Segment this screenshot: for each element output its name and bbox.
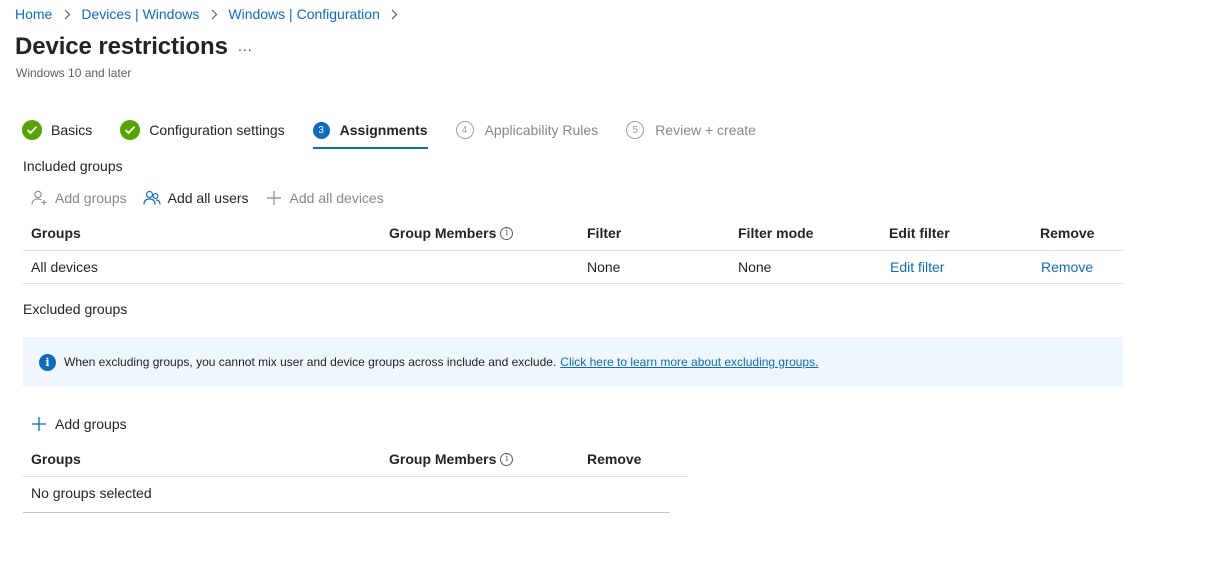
empty-state-text: No groups selected xyxy=(31,485,152,501)
column-remove: Remove xyxy=(579,442,688,477)
banner-text: When excluding groups, you cannot mix us… xyxy=(64,355,557,369)
column-group-members-label: Group Members xyxy=(389,451,497,467)
included-command-bar: Add groups Add all users Add all devices xyxy=(30,189,384,207)
step-label: Review + create xyxy=(655,122,756,138)
column-filter-mode: Filter mode xyxy=(730,216,881,251)
remove-link[interactable]: Remove xyxy=(1041,259,1093,275)
add-person-icon xyxy=(30,189,48,207)
info-icon[interactable]: i xyxy=(500,226,514,240)
filter-cell: None xyxy=(579,250,730,284)
table-header-row: Groups Group Members i Remove xyxy=(23,442,688,477)
add-all-users-label: Add all users xyxy=(167,190,249,206)
step-label: Basics xyxy=(51,122,93,138)
column-group-members: Group Members i xyxy=(381,442,579,477)
people-icon xyxy=(143,189,161,207)
divider xyxy=(23,512,670,513)
chevron-right-icon xyxy=(208,8,220,20)
table-row: No groups selected xyxy=(23,477,688,510)
group-name-cell: All devices xyxy=(23,250,381,284)
excluded-groups-heading: Excluded groups xyxy=(23,301,128,317)
column-groups: Groups xyxy=(23,442,381,477)
page-subtitle: Windows 10 and later xyxy=(16,66,132,80)
breadcrumb: Home Devices | Windows Windows | Configu… xyxy=(15,6,409,22)
breadcrumb-home[interactable]: Home xyxy=(15,6,52,22)
group-members-cell xyxy=(381,250,579,284)
add-all-devices-label: Add all devices xyxy=(289,190,384,206)
breadcrumb-devices-windows[interactable]: Devices | Windows xyxy=(81,6,199,22)
plus-icon xyxy=(30,415,48,433)
included-groups-heading: Included groups xyxy=(23,158,123,174)
step-configuration-settings[interactable]: Configuration settings xyxy=(120,118,285,142)
remove-cell: Remove xyxy=(1032,250,1123,284)
column-remove: Remove xyxy=(1032,216,1123,251)
wizard-steps: Basics Configuration settings 3 Assignme… xyxy=(22,116,784,149)
add-all-users-button[interactable]: Add all users xyxy=(143,189,249,207)
step-label: Assignments xyxy=(339,122,428,138)
column-group-members-label: Group Members xyxy=(389,225,497,241)
page-title: Device restrictions xyxy=(15,33,228,60)
info-banner: i When excluding groups, you cannot mix … xyxy=(23,337,1123,387)
step-number: 3 xyxy=(312,121,330,139)
add-groups-button[interactable]: Add groups xyxy=(30,189,127,207)
step-number: 4 xyxy=(455,121,474,139)
column-filter: Filter xyxy=(579,216,730,251)
step-basics[interactable]: Basics xyxy=(22,118,92,142)
included-groups-table: Groups Group Members i Filter Filter mode… xyxy=(23,216,1123,284)
column-edit-filter: Edit filter xyxy=(881,216,1032,251)
checkmark-icon xyxy=(22,120,42,140)
table-row: All devices None None Edit filter Remove xyxy=(23,250,1123,284)
info-icon: i xyxy=(39,353,56,371)
add-groups-label: Add groups xyxy=(55,190,127,206)
step-assignments[interactable]: 3 Assignments xyxy=(312,118,428,149)
step-number: 5 xyxy=(626,121,645,139)
column-group-members: Group Members i xyxy=(381,216,579,251)
excluded-groups-table: Groups Group Members i Remove No groups s… xyxy=(23,442,688,509)
step-review-create[interactable]: 5 Review + create xyxy=(626,118,756,142)
filter-mode-cell: None xyxy=(730,250,881,284)
breadcrumb-windows-configuration[interactable]: Windows | Configuration xyxy=(228,6,379,22)
step-applicability-rules[interactable]: 4 Applicability Rules xyxy=(455,118,599,142)
excluded-add-groups-button[interactable]: Add groups xyxy=(30,415,127,433)
step-label: Applicability Rules xyxy=(484,122,599,138)
table-header-row: Groups Group Members i Filter Filter mode… xyxy=(23,216,1123,251)
checkmark-icon xyxy=(120,120,141,140)
step-label: Configuration settings xyxy=(149,122,285,138)
add-all-devices-button[interactable]: Add all devices xyxy=(265,189,384,207)
more-actions-button[interactable]: ... xyxy=(238,38,253,54)
info-icon[interactable]: i xyxy=(500,452,514,466)
column-groups: Groups xyxy=(23,216,381,251)
learn-more-link[interactable]: Click here to learn more about excluding… xyxy=(560,355,818,369)
add-groups-label: Add groups xyxy=(55,416,127,432)
plus-icon xyxy=(265,189,283,207)
edit-filter-link[interactable]: Edit filter xyxy=(890,259,944,275)
edit-filter-cell: Edit filter xyxy=(881,250,1032,284)
chevron-right-icon xyxy=(61,8,73,20)
chevron-right-icon xyxy=(389,8,401,20)
